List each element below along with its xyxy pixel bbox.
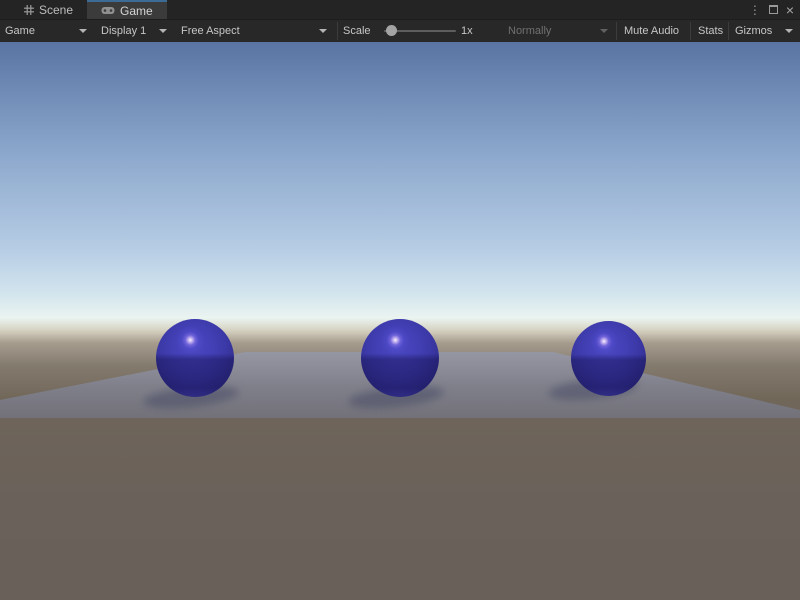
chevron-down-icon	[159, 29, 167, 33]
maximize-icon[interactable]	[769, 5, 778, 14]
mute-audio-button[interactable]: Mute Audio	[618, 20, 685, 42]
tab-game-label: Game	[120, 4, 153, 18]
sphere-3	[571, 321, 646, 396]
game-view-toolbar: Game Display 1 Free Aspect Scale 1x Norm…	[0, 19, 800, 42]
toolbar-separator	[690, 22, 691, 40]
sphere-1	[156, 319, 234, 397]
toolbar-separator	[728, 22, 729, 40]
gizmos-dropdown[interactable]: Gizmos	[730, 20, 798, 42]
grid-icon	[24, 5, 34, 15]
slider-knob[interactable]	[386, 25, 397, 36]
play-focus-dropdown: Normally	[503, 20, 613, 42]
chevron-down-icon	[600, 29, 608, 33]
window-controls: ⋮ ×	[749, 0, 798, 19]
unity-game-view-window: Scene Game ⋮ × Game Display 1 Free Aspec…	[0, 0, 800, 600]
toolbar-separator	[337, 22, 338, 40]
scale-slider[interactable]	[384, 20, 456, 42]
sphere-2	[361, 319, 439, 397]
tab-scene-label: Scene	[39, 3, 73, 17]
tab-scene[interactable]: Scene	[0, 0, 87, 19]
display-source-dropdown[interactable]: Game	[0, 20, 92, 42]
chevron-down-icon	[79, 29, 87, 33]
display-target-dropdown[interactable]: Display 1	[96, 20, 172, 42]
aspect-ratio-dropdown[interactable]: Free Aspect	[176, 20, 332, 42]
kebab-menu-icon[interactable]: ⋮	[749, 4, 761, 16]
display-source-label: Game	[5, 25, 35, 37]
tab-game[interactable]: Game	[87, 0, 167, 19]
gizmos-label: Gizmos	[735, 25, 772, 37]
scale-label: Scale	[343, 20, 371, 42]
gamepad-icon	[101, 6, 115, 15]
display-target-label: Display 1	[101, 25, 146, 37]
aspect-ratio-label: Free Aspect	[181, 25, 240, 37]
play-focus-label: Normally	[508, 25, 551, 37]
close-icon[interactable]: ×	[786, 3, 794, 17]
game-render-viewport[interactable]	[0, 42, 800, 600]
stats-button[interactable]: Stats	[692, 20, 729, 42]
chevron-down-icon	[785, 29, 793, 33]
chevron-down-icon	[319, 29, 327, 33]
toolbar-separator	[616, 22, 617, 40]
tab-bar: Scene Game ⋮ ×	[0, 0, 800, 19]
scale-value: 1x	[461, 20, 473, 42]
